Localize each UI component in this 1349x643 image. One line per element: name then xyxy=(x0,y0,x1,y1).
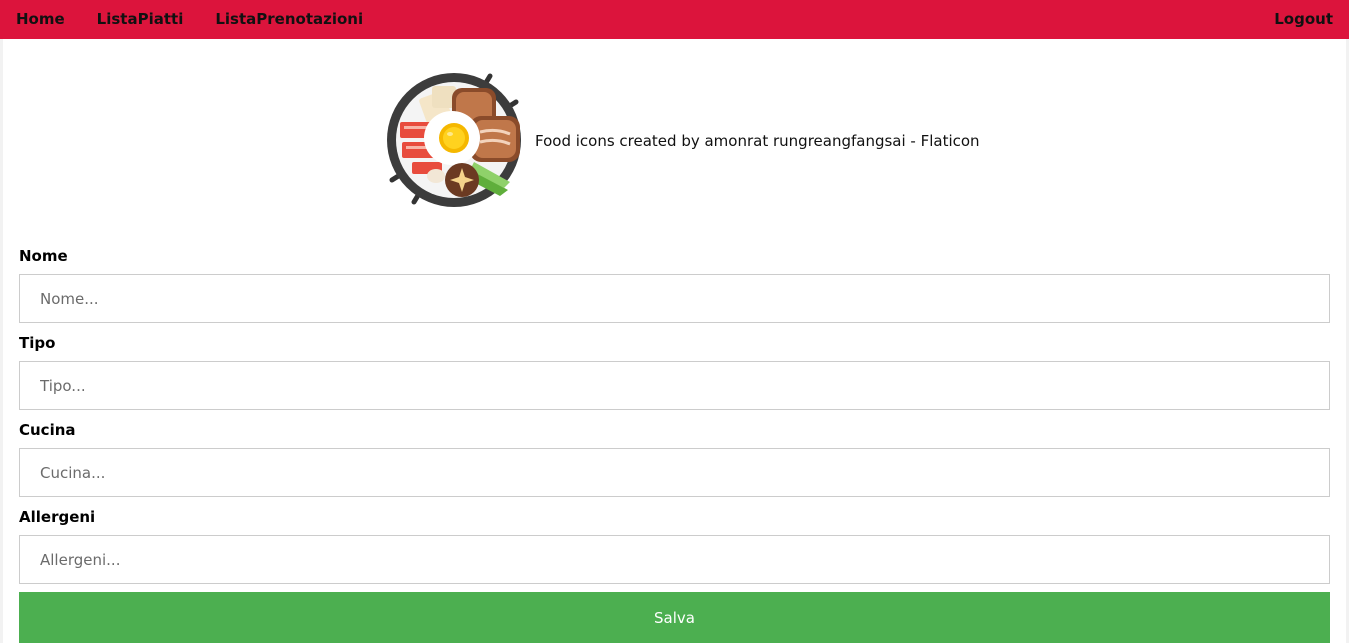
save-button[interactable]: Salva xyxy=(19,592,1330,643)
attribution-text: Food icons created by amonrat rungreangf… xyxy=(535,131,980,150)
logout-link[interactable]: Logout xyxy=(1258,0,1349,39)
nome-input[interactable] xyxy=(19,274,1330,323)
allergeni-input[interactable] xyxy=(19,535,1330,584)
nav-home-link[interactable]: Home xyxy=(0,0,81,39)
nome-label: Nome xyxy=(19,247,68,265)
nav-lista-piatti-link[interactable]: ListaPiatti xyxy=(81,0,200,39)
main-content: Food icons created by amonrat rungreangf… xyxy=(3,39,1346,643)
cucina-input[interactable] xyxy=(19,448,1330,497)
tipo-input[interactable] xyxy=(19,361,1330,410)
tipo-label: Tipo xyxy=(19,334,56,352)
attribution: Food icons created by amonrat rungreangf… xyxy=(386,72,980,209)
food-bowl-icon xyxy=(386,72,523,209)
nav-lista-prenotazioni-link[interactable]: ListaPrenotazioni xyxy=(199,0,379,39)
allergeni-label: Allergeni xyxy=(19,508,96,526)
cucina-label: Cucina xyxy=(19,421,76,439)
top-navbar: Home ListaPiatti ListaPrenotazioni Logou… xyxy=(0,0,1349,39)
